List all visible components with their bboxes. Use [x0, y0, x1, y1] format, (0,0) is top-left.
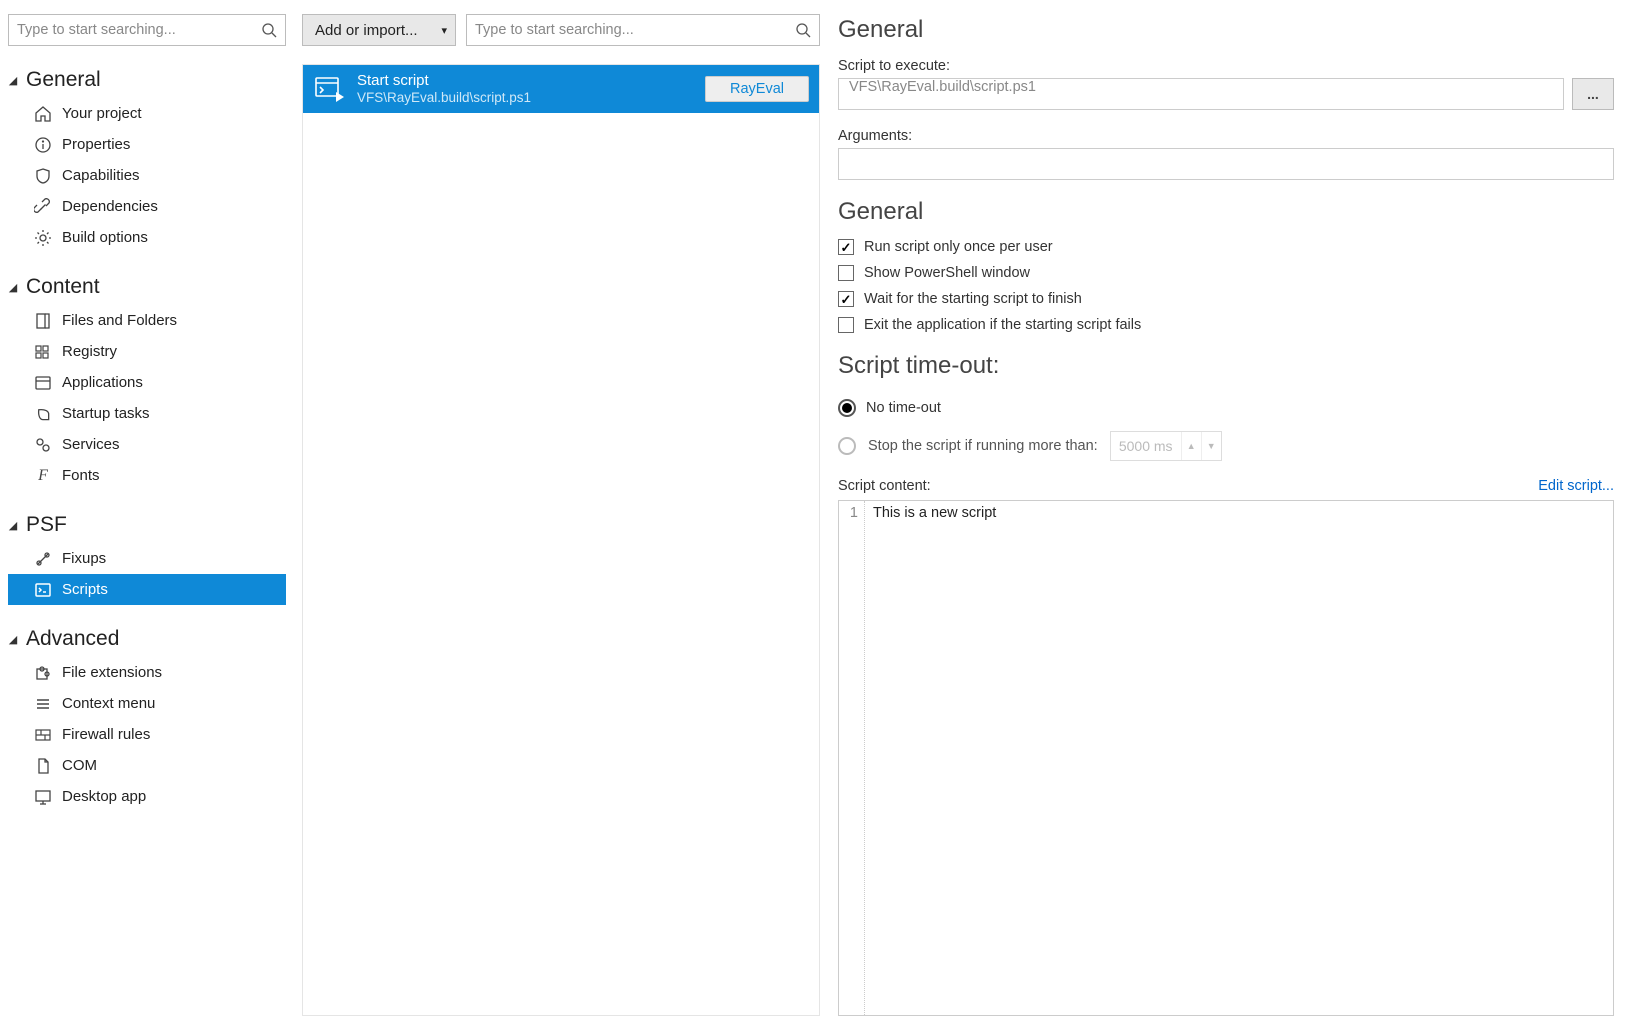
script-to-execute-label: Script to execute: — [838, 58, 1614, 74]
folder-icon — [34, 312, 52, 330]
sidebar-item-registry[interactable]: Registry — [8, 336, 286, 367]
script-path: VFS\RayEval.build\script.ps1 — [357, 90, 693, 106]
script-icon — [34, 581, 52, 599]
home-icon — [34, 105, 52, 123]
edit-script-link[interactable]: Edit script... — [1538, 478, 1614, 494]
sidebar-item-files-folders[interactable]: Files and Folders — [8, 305, 286, 336]
middle-column: Add or import... ▾ Type to start searchi… — [296, 0, 826, 1030]
code-line: This is a new script — [865, 501, 1613, 1015]
checkbox-icon — [838, 239, 854, 255]
radio-stop-after[interactable]: Stop the script if running more than: 50… — [838, 430, 1614, 462]
puzzle-icon — [34, 664, 52, 682]
script-title: Start script — [357, 72, 429, 90]
chevron-down-icon: ◢ — [8, 633, 18, 646]
wrench-icon — [34, 550, 52, 568]
search-icon — [795, 22, 811, 38]
middle-search-input[interactable]: Type to start searching... — [466, 14, 820, 46]
sidebar-item-context-menu[interactable]: Context menu — [8, 688, 286, 719]
sidebar-item-com[interactable]: COM — [8, 750, 286, 781]
radio-icon — [838, 437, 856, 455]
timeout-spinner[interactable]: 5000 ms ▲ ▼ — [1110, 431, 1222, 461]
script-list: Start script VFS\RayEval.build\script.ps… — [302, 64, 820, 1016]
shield-icon — [34, 167, 52, 185]
sidebar-item-properties[interactable]: Properties — [8, 129, 286, 160]
link-icon — [34, 198, 52, 216]
section-general[interactable]: ◢ General — [8, 62, 286, 98]
sidebar-item-dependencies[interactable]: Dependencies — [8, 191, 286, 222]
desktop-icon — [34, 788, 52, 806]
heading-general: General — [838, 16, 1614, 44]
arguments-input[interactable] — [838, 148, 1614, 180]
sidebar-item-scripts[interactable]: Scripts — [8, 574, 286, 605]
script-start-icon — [315, 76, 345, 102]
menu-icon — [34, 695, 52, 713]
registry-icon — [34, 343, 52, 361]
sidebar-item-your-project[interactable]: Your project — [8, 98, 286, 129]
sidebar-item-capabilities[interactable]: Capabilities — [8, 160, 286, 191]
rocket-icon — [34, 405, 52, 423]
script-content-box[interactable]: 1 This is a new script — [838, 500, 1614, 1016]
sidebar-item-firewall-rules[interactable]: Firewall rules — [8, 719, 286, 750]
script-to-execute-input[interactable]: VFS\RayEval.build\script.ps1 — [838, 78, 1564, 110]
font-icon: F — [34, 467, 52, 485]
arguments-label: Arguments: — [838, 128, 1614, 144]
document-icon — [34, 757, 52, 775]
checkbox-icon — [838, 317, 854, 333]
firewall-icon — [34, 726, 52, 744]
spinner-up-icon[interactable]: ▲ — [1181, 432, 1201, 460]
services-icon — [34, 436, 52, 454]
sidebar: Type to start searching... ◢ General You… — [0, 0, 296, 1030]
apps-icon — [34, 374, 52, 392]
chevron-down-icon: ◢ — [8, 74, 18, 87]
section-advanced[interactable]: ◢ Advanced — [8, 621, 286, 657]
heading-general-2: General — [838, 198, 1614, 226]
chevron-down-icon: ▾ — [441, 24, 447, 37]
sidebar-search-input[interactable]: Type to start searching... — [8, 14, 286, 46]
checkbox-run-once[interactable]: Run script only once per user — [838, 234, 1614, 260]
sidebar-item-file-extensions[interactable]: File extensions — [8, 657, 286, 688]
sidebar-item-applications[interactable]: Applications — [8, 367, 286, 398]
script-row[interactable]: Start script VFS\RayEval.build\script.ps… — [303, 65, 819, 113]
sidebar-item-fixups[interactable]: Fixups — [8, 543, 286, 574]
section-content[interactable]: ◢ Content — [8, 269, 286, 305]
browse-button[interactable]: ... — [1572, 78, 1614, 110]
radio-icon — [838, 399, 856, 417]
sidebar-item-services[interactable]: Services — [8, 429, 286, 460]
spinner-down-icon[interactable]: ▼ — [1201, 432, 1221, 460]
add-import-button[interactable]: Add or import... ▾ — [302, 14, 456, 46]
sidebar-item-desktop-app[interactable]: Desktop app — [8, 781, 286, 812]
checkbox-exit-on-fail[interactable]: Exit the application if the starting scr… — [838, 312, 1614, 338]
checkbox-wait-finish[interactable]: Wait for the starting script to finish — [838, 286, 1614, 312]
radio-no-timeout[interactable]: No time-out — [838, 392, 1614, 424]
chevron-down-icon: ◢ — [8, 519, 18, 532]
chevron-down-icon: ◢ — [8, 281, 18, 294]
line-number: 1 — [839, 501, 865, 1015]
sidebar-item-startup-tasks[interactable]: Startup tasks — [8, 398, 286, 429]
gear-icon — [34, 229, 52, 247]
checkbox-show-powershell[interactable]: Show PowerShell window — [838, 260, 1614, 286]
heading-timeout: Script time-out: — [838, 352, 1614, 380]
checkbox-icon — [838, 265, 854, 281]
search-icon — [261, 22, 277, 38]
checkbox-icon — [838, 291, 854, 307]
script-content-label: Script content: — [838, 478, 931, 494]
sidebar-item-fonts[interactable]: F Fonts — [8, 460, 286, 491]
info-icon — [34, 136, 52, 154]
script-app-badge[interactable]: RayEval — [705, 76, 809, 102]
sidebar-item-build-options[interactable]: Build options — [8, 222, 286, 253]
right-panel: General Script to execute: VFS\RayEval.b… — [826, 0, 1632, 1030]
section-psf[interactable]: ◢ PSF — [8, 507, 286, 543]
